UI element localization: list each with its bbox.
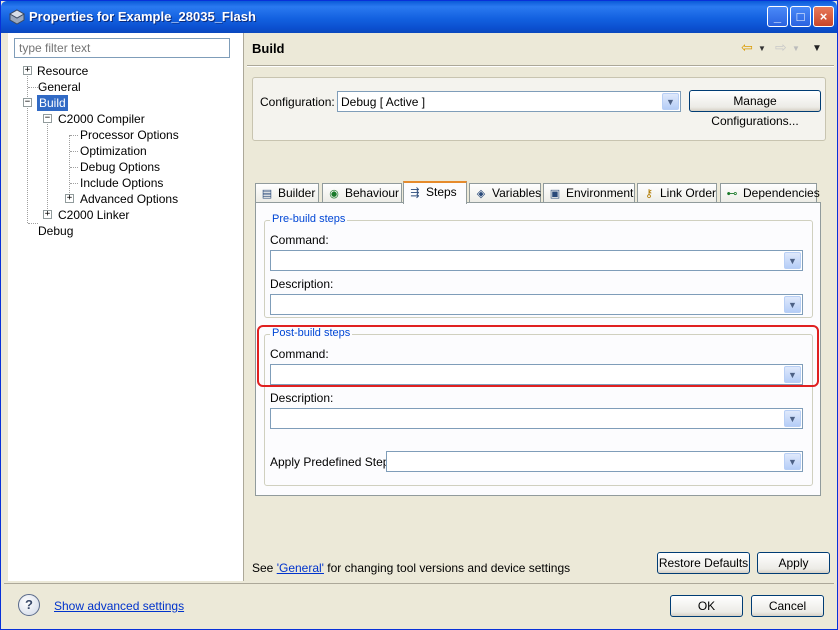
forward-dropdown-icon[interactable]: ▼ [792,44,800,53]
configuration-select[interactable]: Debug [ Active ] ▼ [337,91,681,112]
tree-line [27,71,28,223]
prebuild-group: Pre-build steps Command: ▼ Description: … [264,213,813,318]
steps-icon: ⇶ [410,187,420,199]
tree-line [70,135,78,136]
expand-icon[interactable]: + [65,194,74,203]
footer-note: See 'General' for changing tool versions… [252,561,571,575]
help-icon[interactable]: ? [18,594,40,616]
tree-item-processor-options[interactable]: Processor Options [80,127,179,143]
prebuild-description-input[interactable]: ▼ [270,294,803,315]
tab-link-order[interactable]: ⚷ Link Order [637,183,717,203]
chevron-down-icon[interactable]: ▼ [784,410,801,427]
dialog-button-bar: ? Show advanced settings OK Cancel [4,583,834,627]
chevron-down-icon[interactable]: ▼ [784,453,801,470]
dependencies-icon: ⊷ [726,188,738,200]
builder-icon: ▤ [261,188,273,200]
behaviour-icon: ◉ [329,188,339,200]
close-icon: × [819,9,828,24]
minimize-icon: _ [773,9,782,24]
tree-item-build-label: Build [37,95,68,111]
predefined-step-select[interactable]: ▼ [386,451,803,472]
tree-line [28,223,38,224]
tab-behaviour[interactable]: ◉ Behaviour [322,183,402,203]
steps-tab-content: Pre-build steps Command: ▼ Description: … [255,202,821,496]
predefined-step-label: Apply Predefined Step: [270,455,393,469]
restore-defaults-button[interactable]: Restore Defaults [657,552,750,574]
tree-item-general[interactable]: General [38,79,81,95]
filter-input[interactable] [14,38,230,58]
tree-item-optimization[interactable]: Optimization [80,143,147,159]
chevron-down-icon[interactable]: ▼ [784,252,801,269]
collapse-icon[interactable]: − [23,98,32,107]
header-separator [247,65,834,67]
tree-line [28,87,38,88]
back-arrow-icon[interactable]: ⇦ [741,39,753,56]
close-button[interactable]: × [813,6,834,27]
tree-item-include-options[interactable]: Include Options [80,175,163,191]
configuration-box: Configuration: Debug [ Active ] ▼ Manage… [252,77,826,141]
prebuild-description-label: Description: [270,277,334,291]
maximize-icon: □ [796,9,805,24]
tab-environment[interactable]: ▣ Environment [543,183,635,203]
property-navigator: + Resource General − Build − C2000 Compi… [8,33,244,581]
manage-configurations-button[interactable]: Manage Configurations... [689,90,821,128]
environment-icon: ▣ [549,188,561,200]
prebuild-command-input[interactable]: ▼ [270,250,803,271]
tab-dependencies[interactable]: ⊷ Dependencies [720,183,820,203]
dialog-client: + Resource General − Build − C2000 Compi… [4,33,834,627]
prebuild-title: Pre-build steps [270,213,348,225]
postbuild-description-input[interactable]: ▼ [270,408,803,429]
window-title: Properties for Example_28035_Flash [29,9,256,24]
tab-variables[interactable]: ◈ Variables [469,183,541,203]
tree-line [70,151,78,152]
app-icon [9,9,25,25]
tree-item-debug[interactable]: Debug [38,223,73,239]
collapse-icon[interactable]: − [43,114,52,123]
tree-line [70,167,78,168]
postbuild-description-label: Description: [270,391,334,405]
link-order-icon: ⚷ [644,188,654,200]
tree-line [70,183,78,184]
tab-strip: ▤ Builder ◉ Behaviour ⇶ Steps ◈ Variables ▣ E… [255,181,821,204]
page-title: Build [252,41,285,56]
expand-icon[interactable]: + [43,210,52,219]
tab-builder[interactable]: ▤ Builder [255,183,319,203]
properties-window: Properties for Example_28035_Flash _ □ ×… [0,0,838,630]
prebuild-command-label: Command: [270,233,329,247]
forward-arrow-icon[interactable]: ⇨ [775,39,787,56]
tree-item-debug-options[interactable]: Debug Options [80,159,160,175]
back-dropdown-icon[interactable]: ▼ [758,44,766,53]
property-page: Build ⇦ ▼ ⇨ ▼ ▼ Configuration: Debug [ A… [247,33,834,581]
view-menu-icon[interactable]: ▼ [812,43,822,54]
expand-icon[interactable]: + [23,66,32,75]
ok-button[interactable]: OK [670,595,743,617]
chevron-down-icon[interactable]: ▼ [662,93,679,110]
chevron-down-icon[interactable]: ▼ [784,296,801,313]
minimize-button[interactable]: _ [767,6,788,27]
cancel-button[interactable]: Cancel [751,595,824,617]
highlight-annotation [257,325,819,387]
apply-button[interactable]: Apply [757,552,830,574]
title-bar[interactable]: Properties for Example_28035_Flash _ □ × [1,1,837,33]
tree-line [47,119,48,215]
show-advanced-settings-link[interactable]: Show advanced settings [54,599,184,613]
variables-icon: ◈ [476,188,486,200]
general-link[interactable]: 'General' [277,561,324,575]
tab-steps[interactable]: ⇶ Steps [403,181,467,204]
maximize-button[interactable]: □ [790,6,811,27]
configuration-label: Configuration: [260,95,335,109]
